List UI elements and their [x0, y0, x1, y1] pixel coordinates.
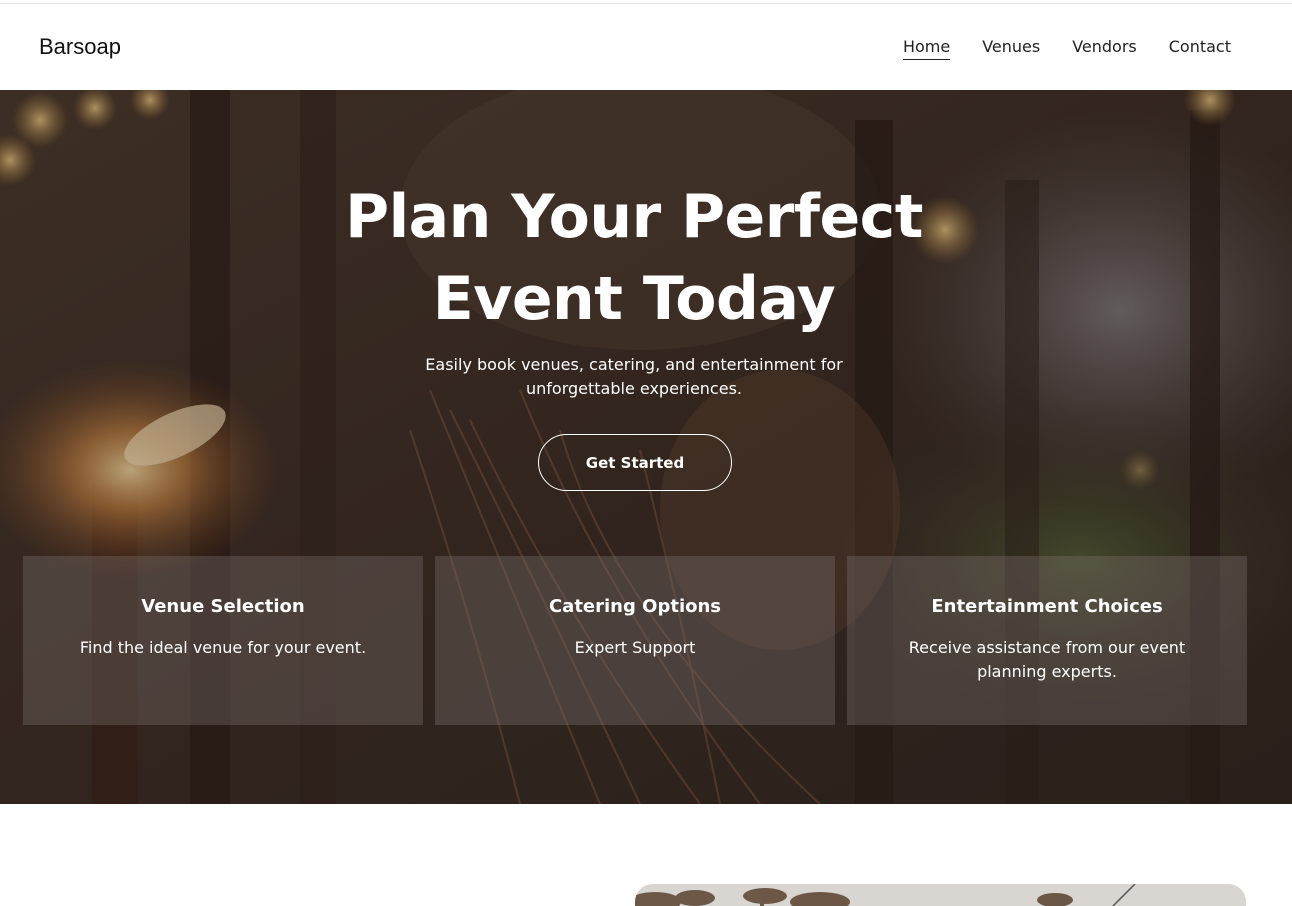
hero-section: Plan Your Perfect Event Today Easily boo…: [0, 90, 1292, 804]
nav-venues-link[interactable]: Venues: [982, 37, 1040, 60]
feature-card-text: Find the ideal venue for your event.: [79, 638, 367, 657]
hero-content: Plan Your Perfect Event Today Easily boo…: [0, 90, 1292, 804]
hero-title-line2: Event Today: [432, 264, 836, 334]
brand-logo[interactable]: Barsoap: [39, 34, 121, 60]
feature-card-title: Entertainment Choices: [931, 596, 1163, 617]
nav-vendors-link[interactable]: Vendors: [1072, 37, 1137, 60]
nav-contact-link[interactable]: Contact: [1169, 37, 1231, 60]
nav-home-link[interactable]: Home: [902, 37, 951, 60]
palm-trees-image: [635, 884, 1246, 906]
site-header: Barsoap Home Venues Vendors Contact: [0, 4, 1292, 90]
main-nav: Home Venues Vendors Contact: [902, 37, 1231, 60]
feature-card-venue: Venue Selection Find the ideal venue for…: [23, 556, 423, 725]
section-preview-image: [635, 884, 1246, 906]
feature-card-title: Catering Options: [548, 596, 722, 617]
feature-card-entertainment: Entertainment Choices Receive assistance…: [847, 556, 1247, 725]
get-started-button[interactable]: Get Started: [538, 434, 732, 491]
hero-subtitle: Easily book venues, catering, and entert…: [425, 355, 843, 398]
feature-card-text: Expert Support: [574, 638, 696, 657]
feature-card-catering: Catering Options Expert Support: [435, 556, 835, 725]
hero-title-line1: Plan Your Perfect: [345, 182, 923, 252]
hero-title: Plan Your Perfect Event Today: [246, 176, 1022, 340]
feature-card-text: Receive assistance from our event planni…: [908, 638, 1186, 681]
feature-card-title: Venue Selection: [141, 596, 305, 617]
